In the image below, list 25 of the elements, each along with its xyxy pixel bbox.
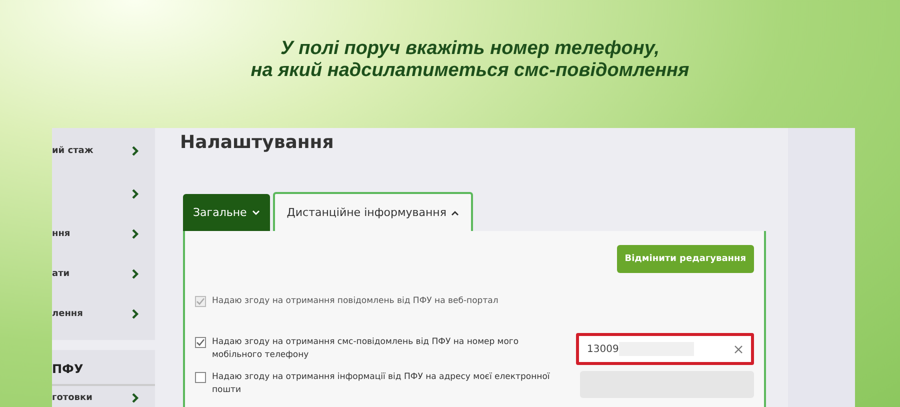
sidebar-item[interactable]: готовки bbox=[52, 386, 155, 407]
tab[interactable]: Загальне bbox=[183, 194, 270, 231]
chevron-right-icon bbox=[131, 229, 139, 239]
chevron-right-icon bbox=[131, 309, 139, 319]
sidebar-item[interactable]: ий стаж bbox=[52, 128, 155, 174]
option-label: Надаю згоду на отримання повідомлень від ПФУ на веб-портал bbox=[212, 295, 498, 308]
chevron-right-icon bbox=[131, 393, 139, 403]
sidebar-item[interactable]: ати bbox=[52, 254, 155, 294]
sidebar-item[interactable]: лення bbox=[52, 294, 155, 334]
close-icon bbox=[734, 344, 743, 354]
checkbox[interactable] bbox=[195, 372, 206, 383]
chevron-right-icon bbox=[131, 189, 139, 199]
caret-icon bbox=[451, 210, 460, 216]
phone-field[interactable]: 13009 bbox=[579, 336, 751, 362]
option-label: Надаю згоду на отримання смс-повідомлень від ПФУ на номер мого мобільного телефону bbox=[212, 336, 520, 362]
caption-text: У полі поруч вкажіть номер телефону, на який надсилатиметься смс-повідомлення bbox=[250, 37, 690, 83]
checkbox[interactable] bbox=[195, 337, 206, 348]
chevron-right-icon bbox=[131, 269, 139, 279]
chevron-right-icon bbox=[131, 146, 139, 156]
page-title: Налаштування bbox=[180, 131, 335, 155]
option-label: Надаю згоду на отримання інформації від ПФУ на адресу моєї електронної пошти bbox=[212, 371, 551, 397]
tab[interactable]: Дистанційне інформування bbox=[272, 192, 474, 231]
section-title: ПФУ bbox=[52, 350, 155, 386]
caret-icon bbox=[252, 210, 260, 216]
sidebar-item[interactable]: ння bbox=[52, 214, 155, 254]
